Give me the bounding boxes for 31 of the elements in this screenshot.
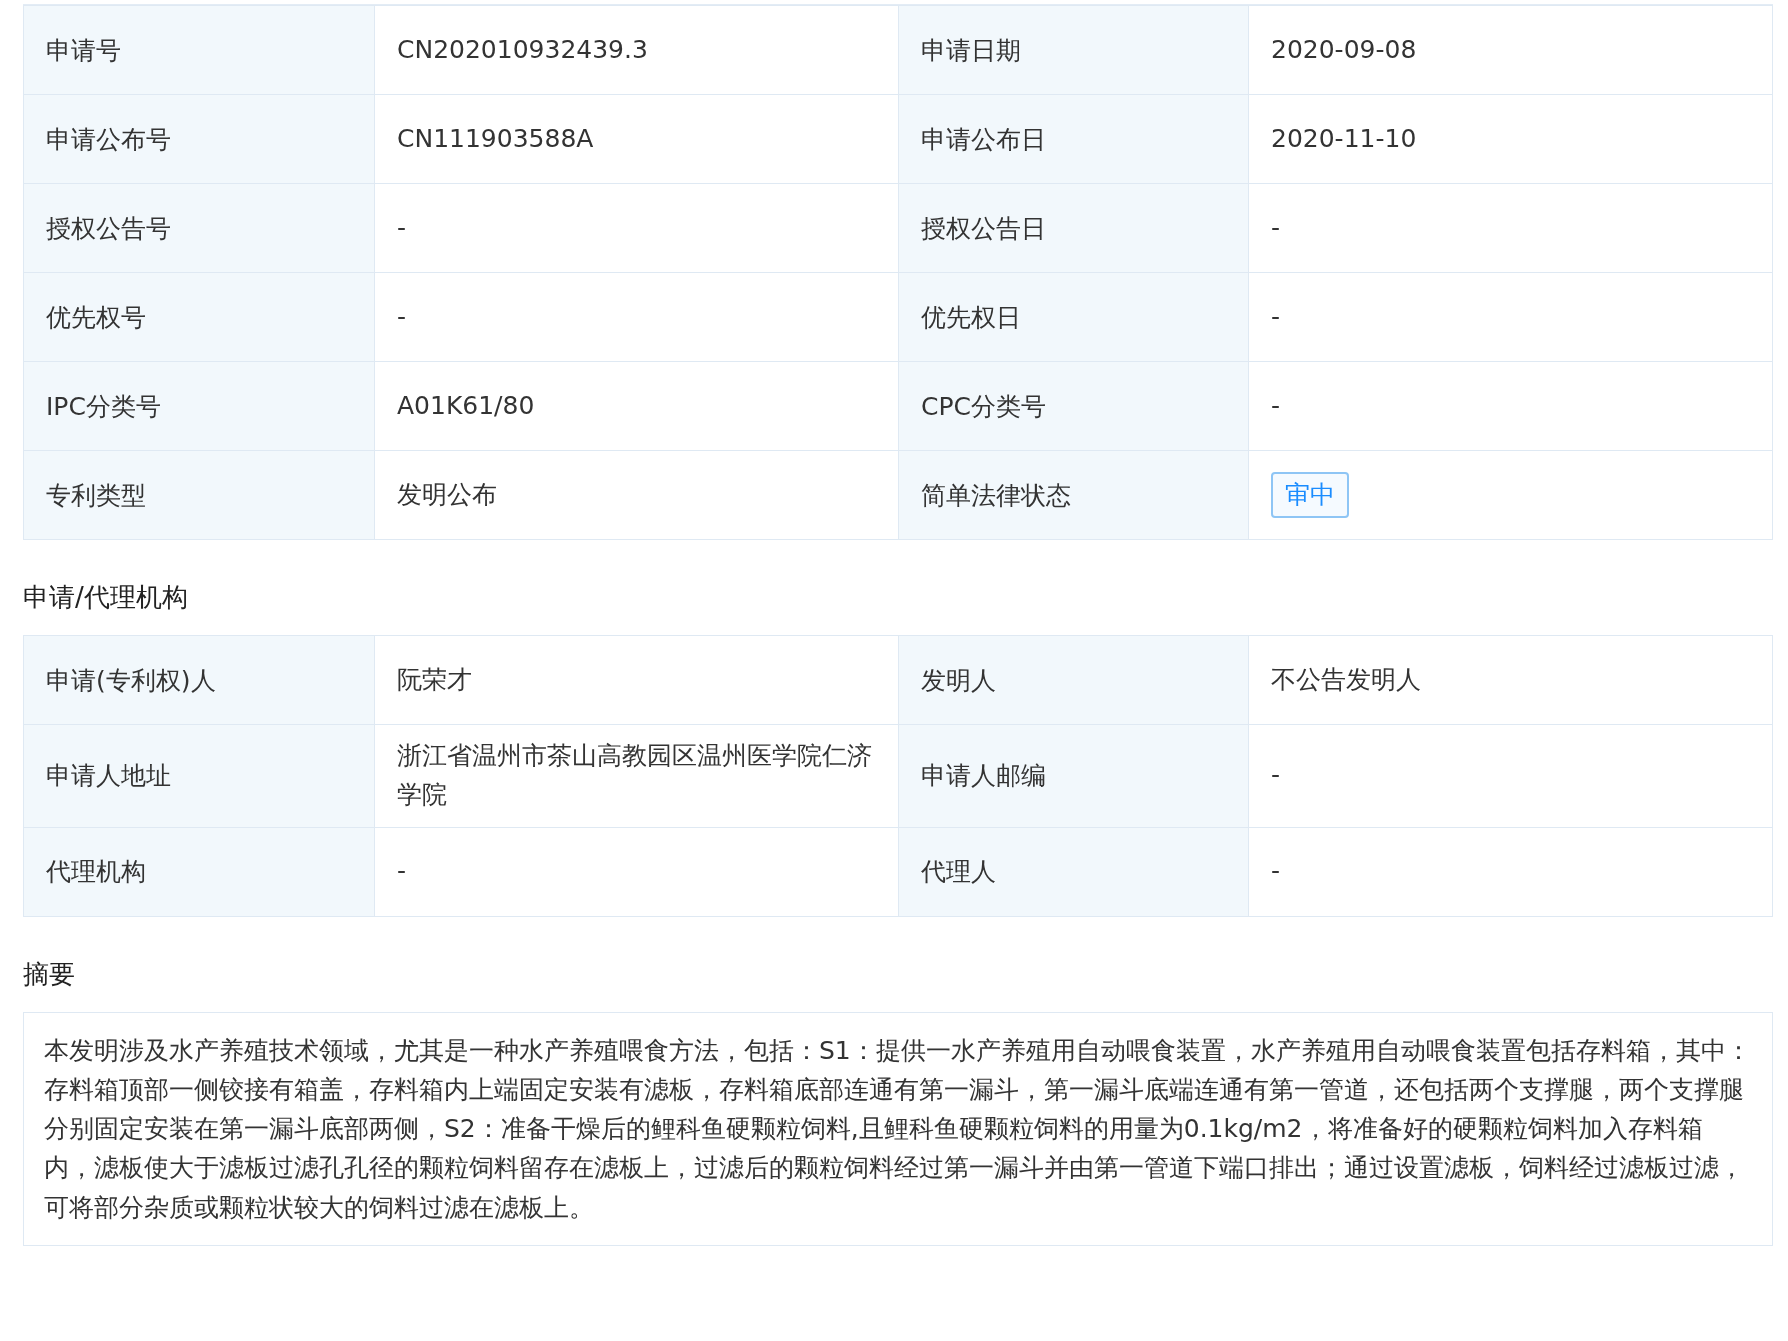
abstract-text: 本发明涉及水产养殖技术领域，尤其是一种水产养殖喂食方法，包括：S1：提供一水产养殖用自动喂食装置，水产养殖用自动喂食装置包括存料箱，其中：存料箱顶部一侧铰接有箱盖，存料箱内上端固定安装有滤板，存料箱底部连通有第一漏斗，第一漏斗底端连通有第一管道，还包括两个支撑腿，两个支撑腿分别固定安装在第一漏斗底部两侧，S2：准备干燥后的鲤科鱼硬颗粒饲料,且鲤科鱼硬颗粒饲料的用量为0.1kg/m2，将准备好的硬颗粒饲料加入存料箱内，滤板使大于滤板过滤孔孔径的颗粒饲料留存在滤板上，过滤后的颗粒饲料经过第一漏斗并由第一管道下端口排出；通过设置滤板，饲料经过滤板过滤，可将部分杂质或颗粒状较大的饲料过滤在滤板上。 (23, 1011, 1773, 1246)
section-title: 摘要 (23, 957, 76, 991)
field-label: 申请公布号 (24, 94, 375, 183)
field-label: 申请人邮编 (899, 724, 1249, 827)
field-label: 申请(专利权)人 (24, 635, 375, 724)
field-value: 发明公布 (375, 450, 899, 539)
field-label: 申请号 (24, 5, 375, 94)
field-label: 申请日期 (899, 5, 1249, 94)
field-label: 优先权日 (899, 272, 1249, 361)
section-title: 申请/代理机构 (23, 581, 189, 614)
field-value: - (375, 826, 899, 916)
field-label: 申请公布日 (899, 94, 1249, 183)
field-label: 优先权号 (24, 272, 375, 361)
field-value: - (375, 272, 899, 361)
field-label: 代理人 (899, 826, 1249, 916)
field-value: 浙江省温州市茶山高教园区温州医学院仁济学院 (375, 724, 899, 827)
field-value: CN111903588A (375, 94, 899, 183)
field-value: A01K61/80 (375, 361, 899, 450)
field-label: 授权公告号 (24, 183, 375, 272)
field-value: 阮荣才 (375, 635, 899, 724)
field-label: 代理机构 (24, 826, 375, 916)
field-label: CPC分类号 (899, 361, 1249, 450)
status-tag: 审中 (1271, 471, 1349, 519)
field-label: 授权公告日 (899, 183, 1249, 272)
field-label: 专利类型 (24, 450, 375, 539)
field-label: 发明人 (899, 635, 1249, 724)
field-label: 申请人地址 (24, 724, 375, 827)
field-value: - (375, 183, 899, 272)
field-value: CN202010932439.3 (375, 5, 899, 94)
field-label: 简单法律状态 (899, 450, 1249, 539)
field-label: IPC分类号 (24, 361, 375, 450)
